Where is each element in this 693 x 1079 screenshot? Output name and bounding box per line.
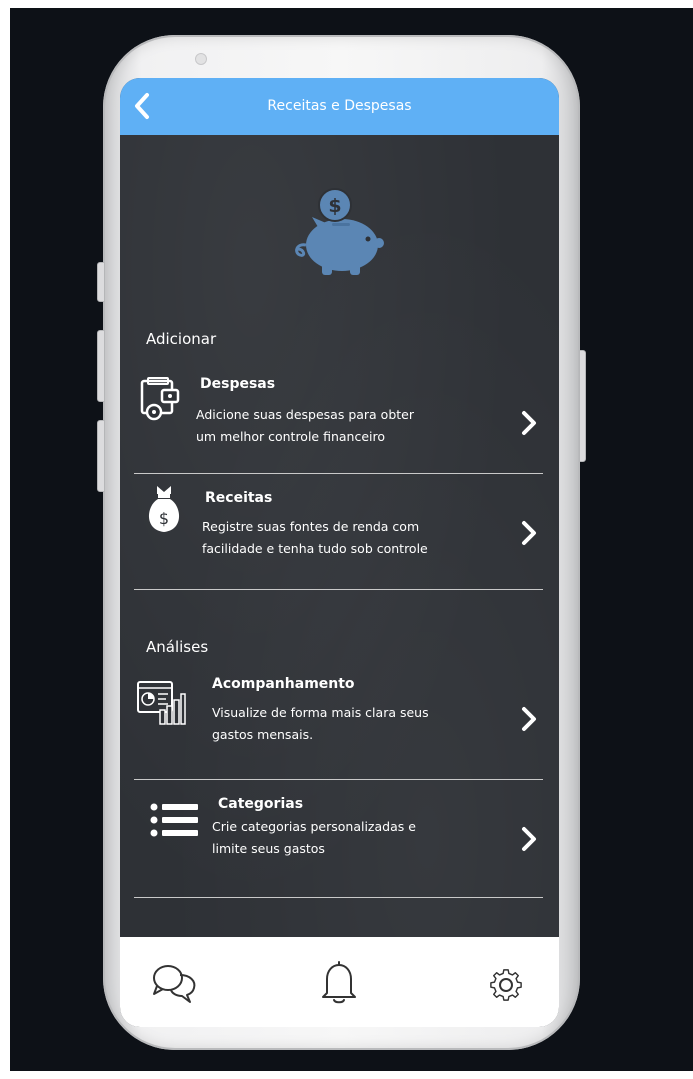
item-desc-receitas: Registre suas fontes de renda com facili… [202,516,492,560]
gear-icon [490,969,522,1001]
item-desc-line-2: facilidade e tenha tudo sob controle [202,541,428,556]
item-desc-line-2: limite seus gastos [212,841,325,856]
app-header: Receitas e Despesas [120,78,559,135]
phone-camera [195,53,207,65]
chat-icon [153,965,196,1003]
bottom-nav [120,937,559,1027]
list-item-receitas[interactable]: $ Receitas Registre suas fontes de renda… [134,482,543,590]
divider [134,473,543,474]
list-item-acompanhamento[interactable]: Acompanhamento Visualize de forma mais c… [134,676,543,780]
item-title-despesas: Despesas [200,376,276,392]
item-desc-line-2: gastos mensais. [212,727,314,742]
item-title-categorias: Categorias [218,796,304,812]
item-desc-acompanhamento: Visualize de forma mais clara seus gasto… [212,702,502,746]
divider [134,589,543,590]
chevron-right-icon [522,521,536,545]
list-item-categorias[interactable]: Categorias Crie categorias personalizada… [134,796,543,898]
notifications-button[interactable] [317,959,361,1005]
item-desc-line-1: Crie categorias personalizadas e [212,819,416,834]
item-title-receitas: Receitas [205,490,273,506]
item-desc-line-1: Adicione suas despesas para obter [196,407,414,422]
svg-text:$: $ [328,195,341,217]
svg-text:$: $ [159,509,169,528]
item-desc-line-1: Registre suas fontes de renda com [202,519,420,534]
list-icon [150,803,198,837]
section-title-adicionar: Adicionar [146,330,217,348]
item-title-acompanhamento: Acompanhamento [212,676,355,692]
item-desc-line-2: um melhor controle financeiro [196,429,386,444]
list-item-despesas[interactable]: Despesas Adicione suas despesas para obt… [134,368,543,474]
item-desc-despesas: Adicione suas despesas para obter um mel… [196,404,486,448]
money-bag-icon: $ [148,486,180,532]
chat-button[interactable] [150,961,200,1005]
item-desc-categorias: Crie categorias personalizadas e limite … [212,816,502,860]
app-screen: Receitas e Despesas $ Adicionar Despesas… [120,78,559,1027]
piggy-bank-icon: $ [295,188,384,275]
phone-power-button [579,350,586,462]
settings-button[interactable] [486,965,526,1005]
divider [134,897,543,898]
item-desc-line-1: Visualize de forma mais clara seus [212,705,429,720]
chevron-right-icon [522,707,536,731]
phone-side-button-volume-up [97,330,105,402]
analytics-chart-icon [137,681,186,725]
page-title: Receitas e Despesas [267,98,412,114]
chevron-right-icon [522,411,536,435]
section-title-analises: Análises [146,638,209,656]
phone-side-button-top [97,262,105,302]
bell-icon [322,961,356,1004]
wallet-settings-icon [140,377,180,421]
chevron-right-icon [522,827,536,851]
phone-side-button-volume-down [97,420,105,492]
divider [134,779,543,780]
